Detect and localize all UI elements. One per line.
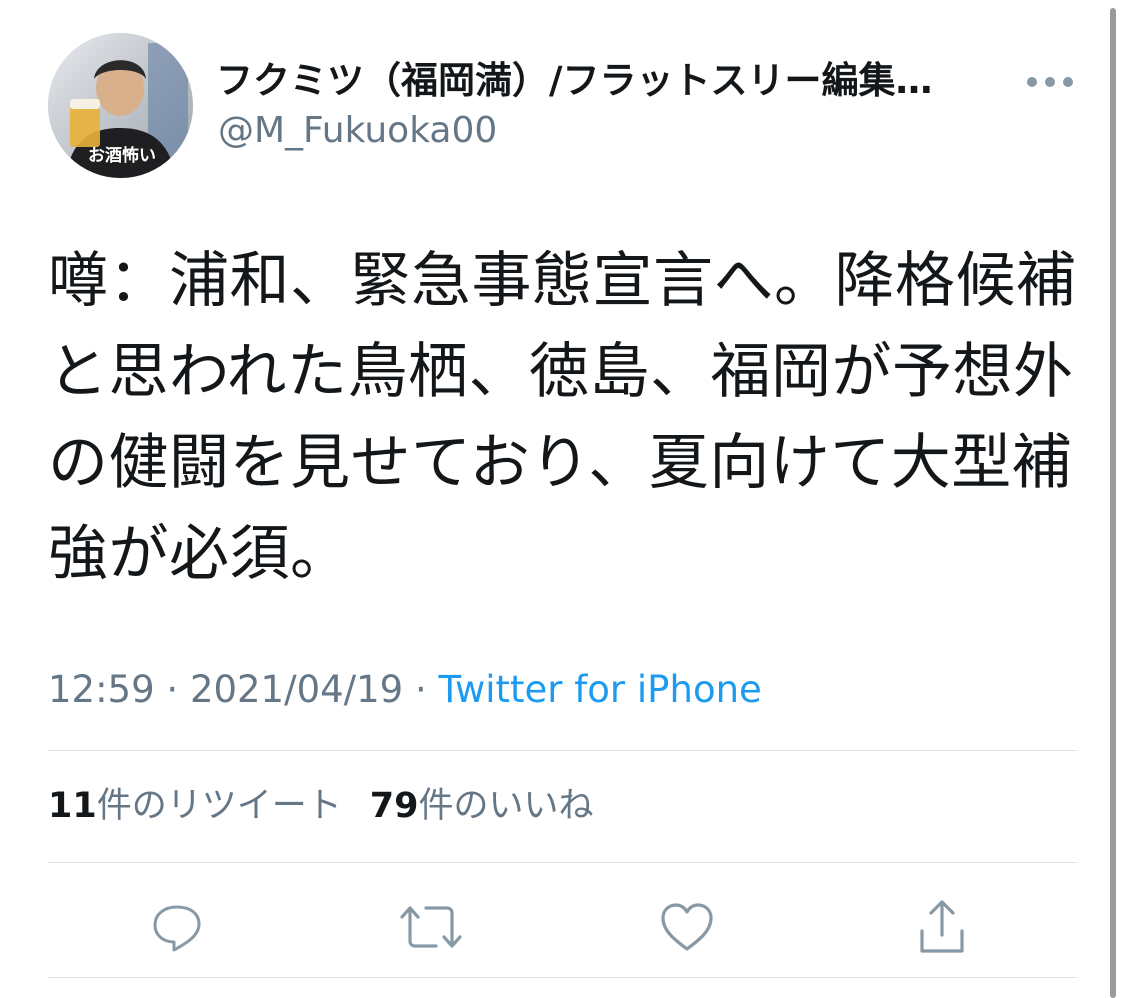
- ellipsis-icon: [1027, 77, 1073, 87]
- share-icon: [920, 900, 964, 953]
- meta-separator: ·: [403, 668, 439, 711]
- tweet-meta: 12:59 · 2021/04/19 · Twitter for iPhone: [48, 664, 762, 716]
- divider: [48, 750, 1077, 751]
- avatar-photo: お酒怖い: [48, 33, 193, 178]
- tweet-stats: 11件のリツイート 79件のいいね: [48, 780, 593, 832]
- like-button[interactable]: [652, 892, 722, 962]
- meta-separator: ·: [154, 668, 190, 711]
- retweets-stat[interactable]: 11件のリツイート: [48, 786, 342, 826]
- likes-stat[interactable]: 79件のいいね: [370, 786, 594, 826]
- tweet-text: 噂：浦和、緊急事態宣言へ。降格候補と思われた鳥栖、徳島、福岡が予想外の健闘を見せ…: [48, 246, 1077, 589]
- share-button[interactable]: [907, 892, 977, 962]
- tweet-actions: [0, 892, 1125, 962]
- reply-button[interactable]: [142, 892, 212, 962]
- divider: [48, 862, 1077, 863]
- retweets-label: 件のリツイート: [96, 786, 342, 826]
- tweet-detail: お酒怖い フクミツ（福岡満）/フラットスリー編集… @M_Fukuoka00 噂…: [0, 0, 1125, 998]
- reply-icon: [153, 905, 201, 952]
- more-options-button[interactable]: [1020, 60, 1080, 104]
- tweet-date: 2021/04/19: [189, 668, 404, 711]
- retweets-count: 11: [48, 786, 97, 826]
- tweet-time: 12:59: [48, 668, 155, 711]
- scrollbar[interactable]: [1110, 8, 1116, 998]
- divider: [48, 977, 1077, 978]
- tweet-source-link[interactable]: Twitter for iPhone: [439, 668, 762, 711]
- heart-icon: [661, 903, 713, 951]
- author-display-name[interactable]: フクミツ（福岡満）/フラットスリー編集…: [216, 56, 986, 106]
- avatar-caption: お酒怖い: [88, 145, 156, 166]
- retweet-button[interactable]: [396, 892, 466, 962]
- likes-count: 79: [369, 786, 419, 826]
- likes-label: 件のいいね: [418, 786, 594, 826]
- retweet-icon: [400, 906, 462, 948]
- author-handle[interactable]: @M_Fukuoka00: [218, 108, 497, 154]
- avatar[interactable]: お酒怖い: [48, 33, 193, 178]
